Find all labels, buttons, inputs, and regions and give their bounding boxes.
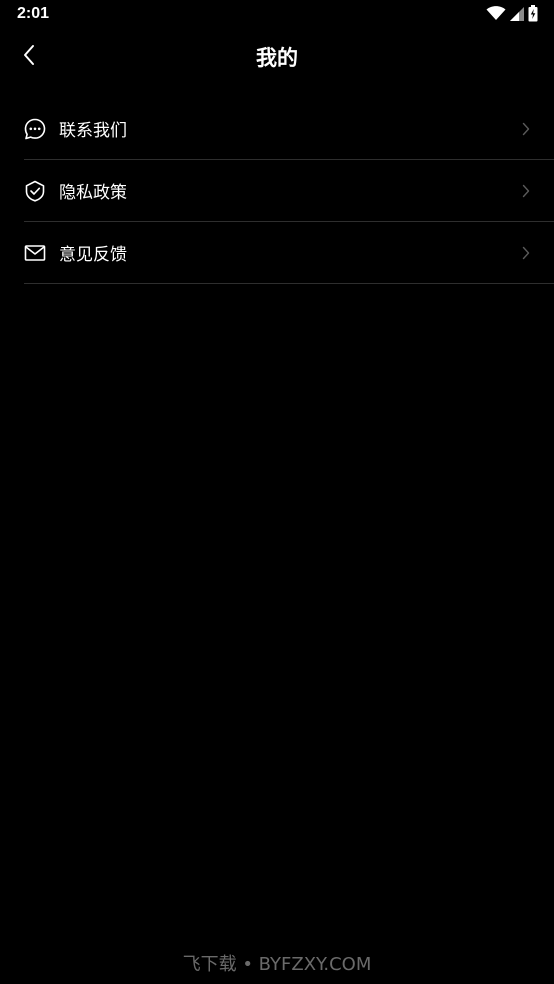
- signal-icon: [510, 6, 524, 25]
- watermark: 飞下载 • BYFZXY.COM: [182, 954, 372, 975]
- shield-check-icon: [24, 180, 46, 202]
- chevron-right-icon: [522, 246, 532, 260]
- menu-item-contact-us[interactable]: 联系我们: [24, 98, 554, 160]
- battery-charging-icon: [528, 4, 538, 26]
- menu-item-label: 联系我们: [59, 121, 127, 141]
- chevron-right-icon: [522, 184, 532, 198]
- chat-bubble-icon: [24, 118, 46, 140]
- chevron-right-icon: [522, 122, 532, 136]
- menu-item-feedback[interactable]: 意见反馈: [24, 222, 554, 284]
- status-time: 2:01: [17, 5, 50, 22]
- menu-item-label: 意见反馈: [59, 245, 127, 265]
- my-page-screen: 2:01 我的 联系我们 隐私政策 意见反馈 飞下载 • BYFZXY.COM: [0, 0, 554, 984]
- menu-item-privacy-policy[interactable]: 隐私政策: [24, 160, 554, 222]
- status-icons: [486, 4, 538, 26]
- header: 我的: [0, 30, 554, 84]
- status-bar: 2:01: [0, 0, 554, 30]
- menu-item-label: 隐私政策: [59, 183, 127, 203]
- menu-list: 联系我们 隐私政策 意见反馈: [24, 98, 554, 284]
- mail-icon: [24, 242, 46, 264]
- wifi-icon: [486, 5, 506, 25]
- page-title: 我的: [256, 46, 298, 70]
